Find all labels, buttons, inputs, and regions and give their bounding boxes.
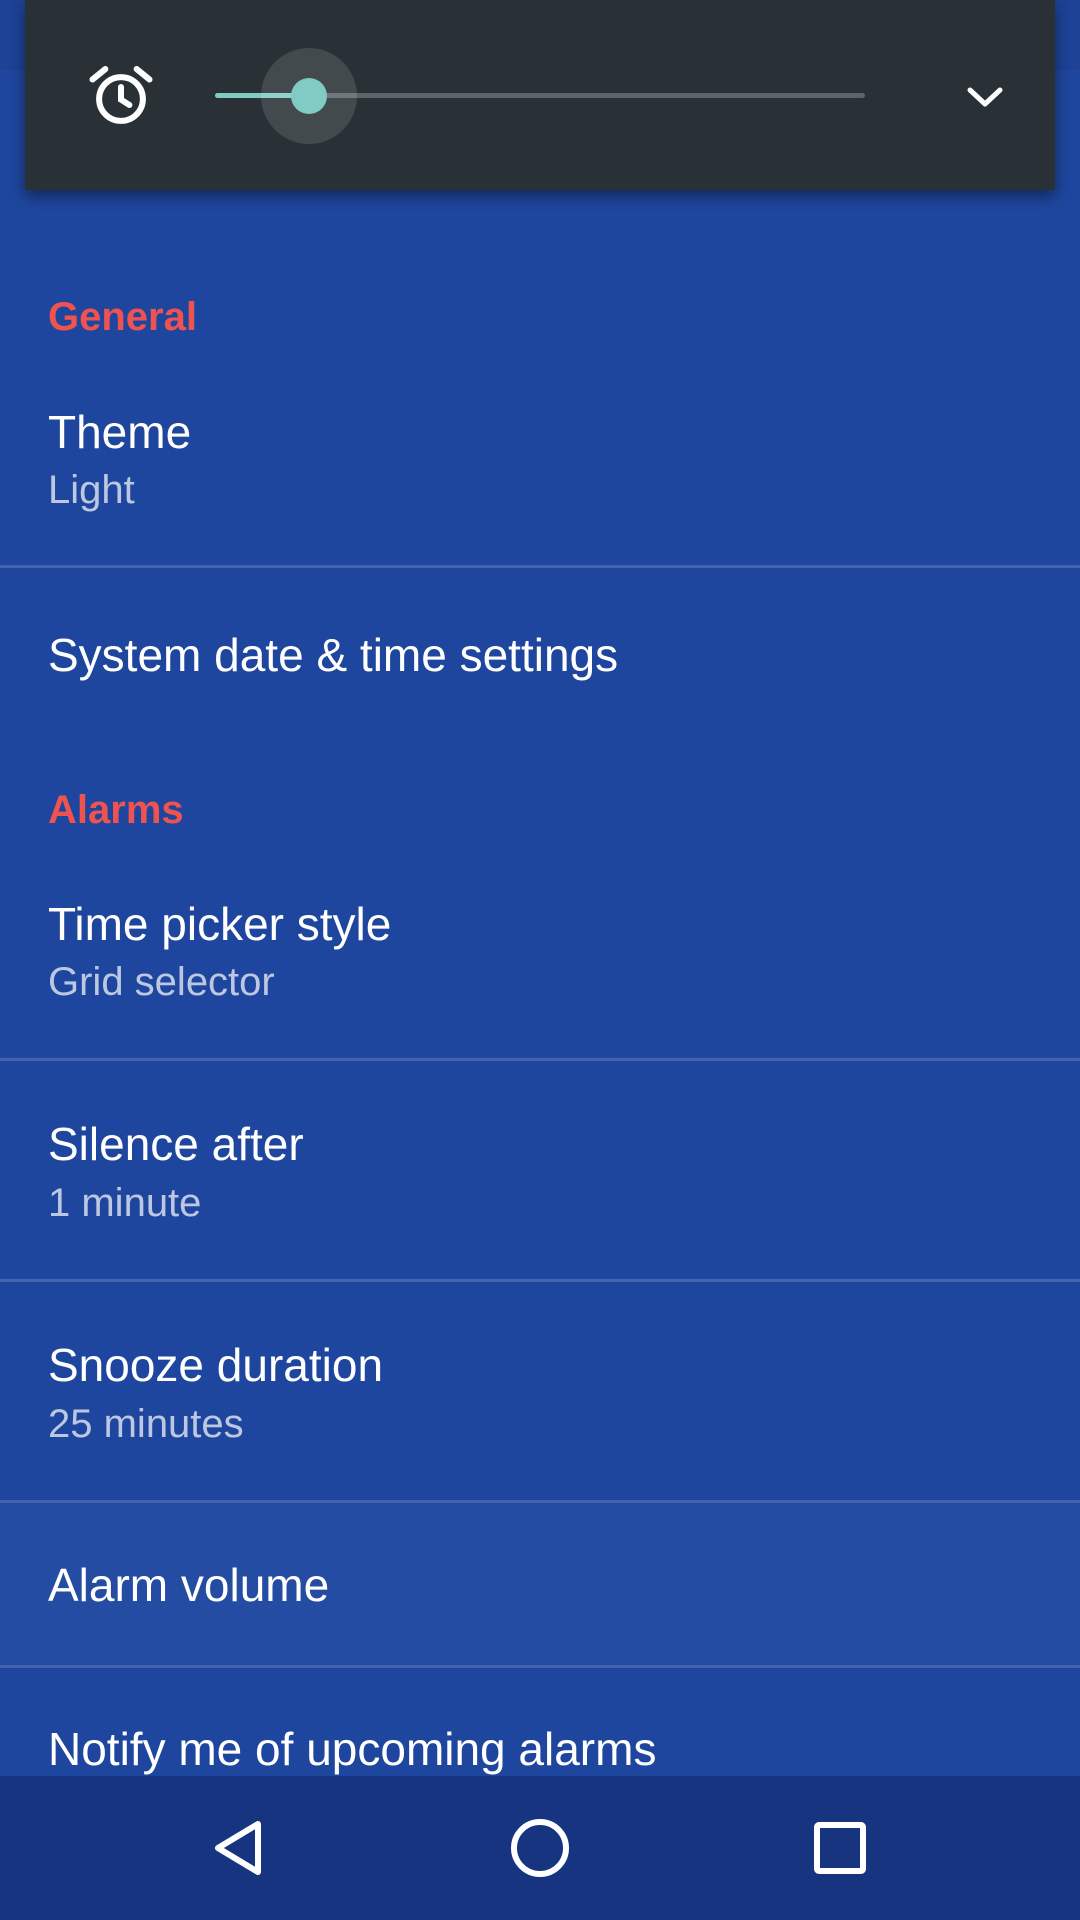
- pref-theme[interactable]: Theme Light: [0, 380, 1080, 565]
- navigation-bar: [0, 1776, 1080, 1920]
- pref-title: Notify me of upcoming alarms: [48, 1723, 657, 1775]
- pref-alarm-volume[interactable]: Alarm volume: [0, 1503, 1080, 1665]
- back-triangle-icon[interactable]: [190, 1798, 290, 1898]
- pref-title: Silence after: [48, 1118, 304, 1170]
- pref-snooze-duration[interactable]: Snooze duration 25 minutes: [0, 1282, 1080, 1500]
- pref-summary: Light: [48, 468, 135, 512]
- section-header-general: General: [48, 295, 197, 339]
- recents-square-icon[interactable]: [790, 1798, 890, 1898]
- alarm-volume-slider[interactable]: [215, 45, 895, 145]
- home-circle-icon[interactable]: [490, 1798, 590, 1898]
- pref-summary: 25 minutes: [48, 1402, 244, 1446]
- pref-title: System date & time settings: [48, 629, 619, 681]
- pref-summary: 1 minute: [48, 1181, 202, 1225]
- pref-silence-after[interactable]: Silence after 1 minute: [0, 1061, 1080, 1279]
- alarm-volume-popup: [25, 0, 1055, 190]
- pref-title: Time picker style: [48, 898, 392, 950]
- section-header-alarms: Alarms: [48, 788, 184, 832]
- slider-thumb[interactable]: [291, 78, 327, 114]
- pref-title: Theme: [48, 406, 192, 458]
- pref-title: Alarm volume: [48, 1559, 330, 1611]
- pref-summary: Grid selector: [48, 960, 275, 1004]
- pref-system-date-time[interactable]: System date & time settings: [0, 568, 1080, 738]
- pref-time-picker-style[interactable]: Time picker style Grid selector: [0, 872, 1080, 1058]
- pref-notify-upcoming-alarms[interactable]: Notify me of upcoming alarms: [0, 1668, 1080, 1776]
- pref-title: Snooze duration: [48, 1339, 384, 1391]
- chevron-down-icon[interactable]: [955, 75, 1015, 120]
- alarm-clock-icon: [89, 66, 153, 124]
